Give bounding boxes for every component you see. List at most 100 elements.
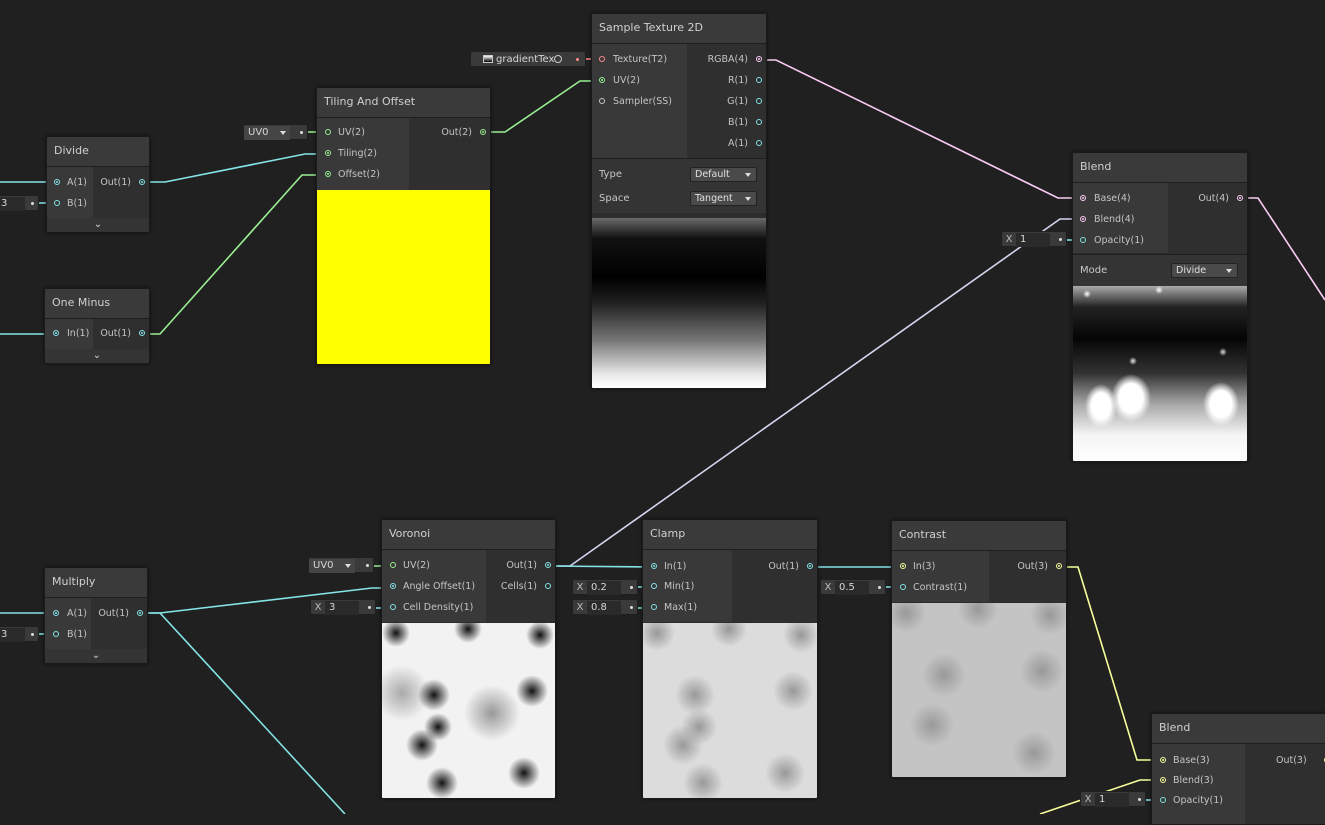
port-dot-icon[interactable]	[1080, 237, 1086, 243]
port-dot-icon[interactable]	[599, 77, 605, 83]
tiling-uv-dropdown[interactable]: UV0	[243, 124, 308, 140]
port-b[interactable]: B(1)	[728, 113, 762, 133]
port-base[interactable]: Base(4)	[1077, 189, 1131, 209]
port-base[interactable]: Base(3)	[1156, 751, 1210, 771]
port-cells[interactable]: Cells(1)	[501, 577, 551, 597]
port-contrast[interactable]: Contrast(1)	[896, 578, 967, 598]
port-dot-icon[interactable]	[1056, 563, 1062, 569]
port-out[interactable]: Out(1)	[768, 557, 813, 577]
multiply-b-field[interactable]: 3	[0, 626, 39, 642]
port-in[interactable]: In(1)	[49, 324, 89, 344]
port-uv[interactable]: UV(2)	[321, 123, 365, 143]
port-dot-icon[interactable]	[1160, 797, 1166, 803]
port-rgba[interactable]: RGBA(4)	[708, 50, 762, 70]
port-dot-icon[interactable]	[900, 584, 906, 590]
port-dot-icon[interactable]	[900, 563, 906, 569]
port-dot-icon[interactable]	[1160, 757, 1166, 763]
port-dot-icon[interactable]	[545, 562, 551, 568]
port-dot-icon[interactable]	[139, 179, 145, 185]
port-dot-icon[interactable]	[325, 129, 331, 135]
port-out[interactable]: Out(2)	[441, 123, 486, 143]
tiling-and-offset-node[interactable]: Tiling And Offset UV(2) Tiling(2) Offset…	[316, 87, 491, 365]
multiply-node[interactable]: Multiply A(1) B(1) Out(1) ⌄	[44, 567, 148, 664]
contrast-node[interactable]: Contrast In(3) Contrast(1) Out(3)	[891, 520, 1067, 778]
port-blend[interactable]: Blend(4)	[1077, 210, 1135, 230]
port-dot-icon[interactable]	[325, 171, 331, 177]
port-dot-icon[interactable]	[325, 150, 331, 156]
port-dot-icon[interactable]	[756, 140, 762, 146]
sample-texture-2d-node[interactable]: Sample Texture 2D Texture(T2) UV(2) Samp…	[591, 13, 767, 389]
port-a[interactable]: A(1)	[728, 134, 762, 154]
port-dot-icon[interactable]	[139, 330, 145, 336]
port-max[interactable]: Max(1)	[647, 598, 697, 618]
divide-b-field[interactable]: 3	[0, 195, 39, 211]
port-opacity[interactable]: Opacity(1)	[1156, 791, 1223, 811]
port-dot-icon[interactable]	[137, 610, 143, 616]
chevron-down-icon[interactable]: ⌄	[45, 349, 149, 363]
port-angle-offset[interactable]: Angle Offset(1)	[386, 577, 475, 597]
texture-object-field[interactable]: gradientTex	[470, 51, 586, 67]
voronoi-uv-dropdown[interactable]: UV0	[308, 557, 374, 573]
voronoi-cell-density-field[interactable]: X3	[310, 599, 376, 615]
port-dot-icon[interactable]	[390, 583, 396, 589]
port-tiling[interactable]: Tiling(2)	[321, 144, 377, 164]
blend-bottom-opacity-field[interactable]: X1	[1080, 791, 1146, 807]
port-b[interactable]: B(1)	[49, 625, 87, 645]
port-dot-icon[interactable]	[756, 77, 762, 83]
voronoi-node[interactable]: Voronoi UV(2) Angle Offset(1) Cell Densi…	[381, 519, 556, 799]
port-dot-icon[interactable]	[53, 631, 59, 637]
port-dot-icon[interactable]	[390, 604, 396, 610]
space-dropdown[interactable]: Tangent	[690, 191, 757, 206]
port-dot-icon[interactable]	[54, 179, 60, 185]
port-out[interactable]: Out(1)	[98, 604, 143, 624]
blend-top-opacity-field[interactable]: X1	[1001, 231, 1067, 247]
port-texture[interactable]: Texture(T2)	[596, 50, 667, 70]
port-dot-icon[interactable]	[53, 330, 59, 336]
clamp-node[interactable]: Clamp In(1) Min(1) Max(1) Out(1)	[642, 519, 818, 799]
port-dot-icon[interactable]	[1080, 216, 1086, 222]
port-sampler[interactable]: Sampler(SS)	[596, 92, 672, 112]
port-dot-icon[interactable]	[480, 129, 486, 135]
port-dot-icon[interactable]	[807, 563, 813, 569]
one-minus-node[interactable]: One Minus In(1) Out(1) ⌄	[44, 288, 150, 364]
port-uv[interactable]: UV(2)	[596, 71, 640, 91]
port-dot-icon[interactable]	[599, 98, 605, 104]
port-a[interactable]: A(1)	[49, 604, 87, 624]
port-offset[interactable]: Offset(2)	[321, 165, 380, 185]
port-blend[interactable]: Blend(3)	[1156, 771, 1214, 791]
port-dot-icon[interactable]	[756, 56, 762, 62]
port-min[interactable]: Min(1)	[647, 577, 694, 597]
port-out[interactable]: Out(3)	[1276, 751, 1325, 771]
mode-dropdown[interactable]: Divide	[1171, 263, 1238, 278]
divide-node[interactable]: Divide A(1) B(1) Out(1) ⌄	[46, 136, 150, 233]
blend-node-bottom[interactable]: Blend Base(3) Blend(3) Opacity(1) Out(3)	[1151, 713, 1325, 825]
port-dot-icon[interactable]	[1080, 195, 1086, 201]
port-b[interactable]: B(1)	[51, 194, 87, 214]
type-dropdown[interactable]: Default	[690, 167, 757, 182]
port-out[interactable]: Out(1)	[506, 556, 551, 576]
port-out[interactable]: Out(1)	[100, 173, 145, 193]
port-dot-icon[interactable]	[54, 200, 60, 206]
contrast-amount-field[interactable]: X 0.5	[820, 579, 886, 595]
port-dot-icon[interactable]	[651, 604, 657, 610]
port-in[interactable]: In(1)	[647, 557, 686, 577]
port-dot-icon[interactable]	[599, 56, 605, 62]
port-out[interactable]: Out(3)	[1017, 557, 1062, 577]
port-uv[interactable]: UV(2)	[386, 556, 430, 576]
port-dot-icon[interactable]	[390, 562, 396, 568]
target-picker-icon[interactable]	[554, 55, 562, 63]
clamp-max-field[interactable]: X 0.8	[572, 599, 638, 615]
port-r[interactable]: R(1)	[728, 71, 762, 91]
port-out[interactable]: Out(4)	[1198, 189, 1243, 209]
port-dot-icon[interactable]	[651, 583, 657, 589]
port-dot-icon[interactable]	[1237, 195, 1243, 201]
blend-node-top[interactable]: Blend Base(4) Blend(4) Opacity(1) Out(4)…	[1072, 152, 1248, 462]
port-dot-icon[interactable]	[651, 563, 657, 569]
port-a[interactable]: A(1)	[51, 173, 87, 193]
chevron-down-icon[interactable]: ⌄	[47, 218, 149, 232]
port-dot-icon[interactable]	[53, 610, 59, 616]
port-opacity[interactable]: Opacity(1)	[1077, 231, 1144, 251]
port-dot-icon[interactable]	[756, 98, 762, 104]
port-in[interactable]: In(3)	[896, 557, 935, 577]
port-g[interactable]: G(1)	[727, 92, 762, 112]
